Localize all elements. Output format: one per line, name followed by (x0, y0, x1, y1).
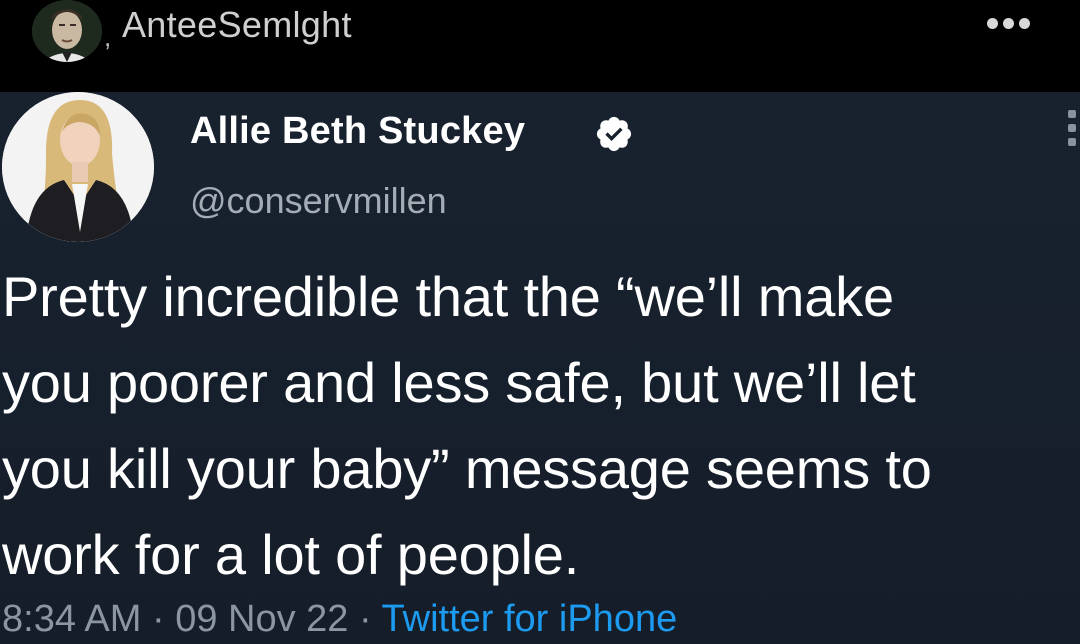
meta-separator: · (359, 598, 372, 640)
tweet-text-line: work for a lot of people. (2, 523, 580, 586)
top-header: , AnteeSemlght (0, 0, 1080, 92)
author-handle[interactable]: @conservmillen (190, 180, 447, 222)
tweet-text-line: you kill your baby” message seems to (2, 437, 932, 500)
poster-avatar[interactable] (32, 0, 102, 62)
username-comma: , (104, 22, 112, 52)
tweet-author-avatar[interactable] (2, 92, 154, 242)
tweet-text-line: Pretty incredible that the “we’ll make (2, 265, 894, 328)
poster-username[interactable]: AnteeSemlght (122, 4, 352, 46)
meta-separator: · (151, 598, 165, 640)
author-display-name[interactable]: Allie Beth Stuckey (190, 110, 525, 153)
tweet-source-link[interactable]: Twitter for iPhone (382, 598, 678, 640)
tweet-body: Pretty incredible that the “we’ll make y… (2, 254, 1078, 598)
tweet-menu-icon[interactable] (1068, 110, 1080, 154)
more-options-icon[interactable] (984, 12, 1032, 34)
tweet-metadata: 8:34 AM · 09 Nov 22 · Twitter for iPhone (2, 598, 1078, 644)
tweet-date[interactable]: 09 Nov 22 (175, 598, 348, 640)
verified-badge-icon (596, 116, 632, 152)
tweet-time[interactable]: 8:34 AM (2, 598, 141, 640)
tweet-text-line: you poorer and less safe, but we’ll let (2, 351, 916, 414)
tweet-card: Allie Beth Stuckey @conservmillen Pretty… (0, 92, 1080, 644)
